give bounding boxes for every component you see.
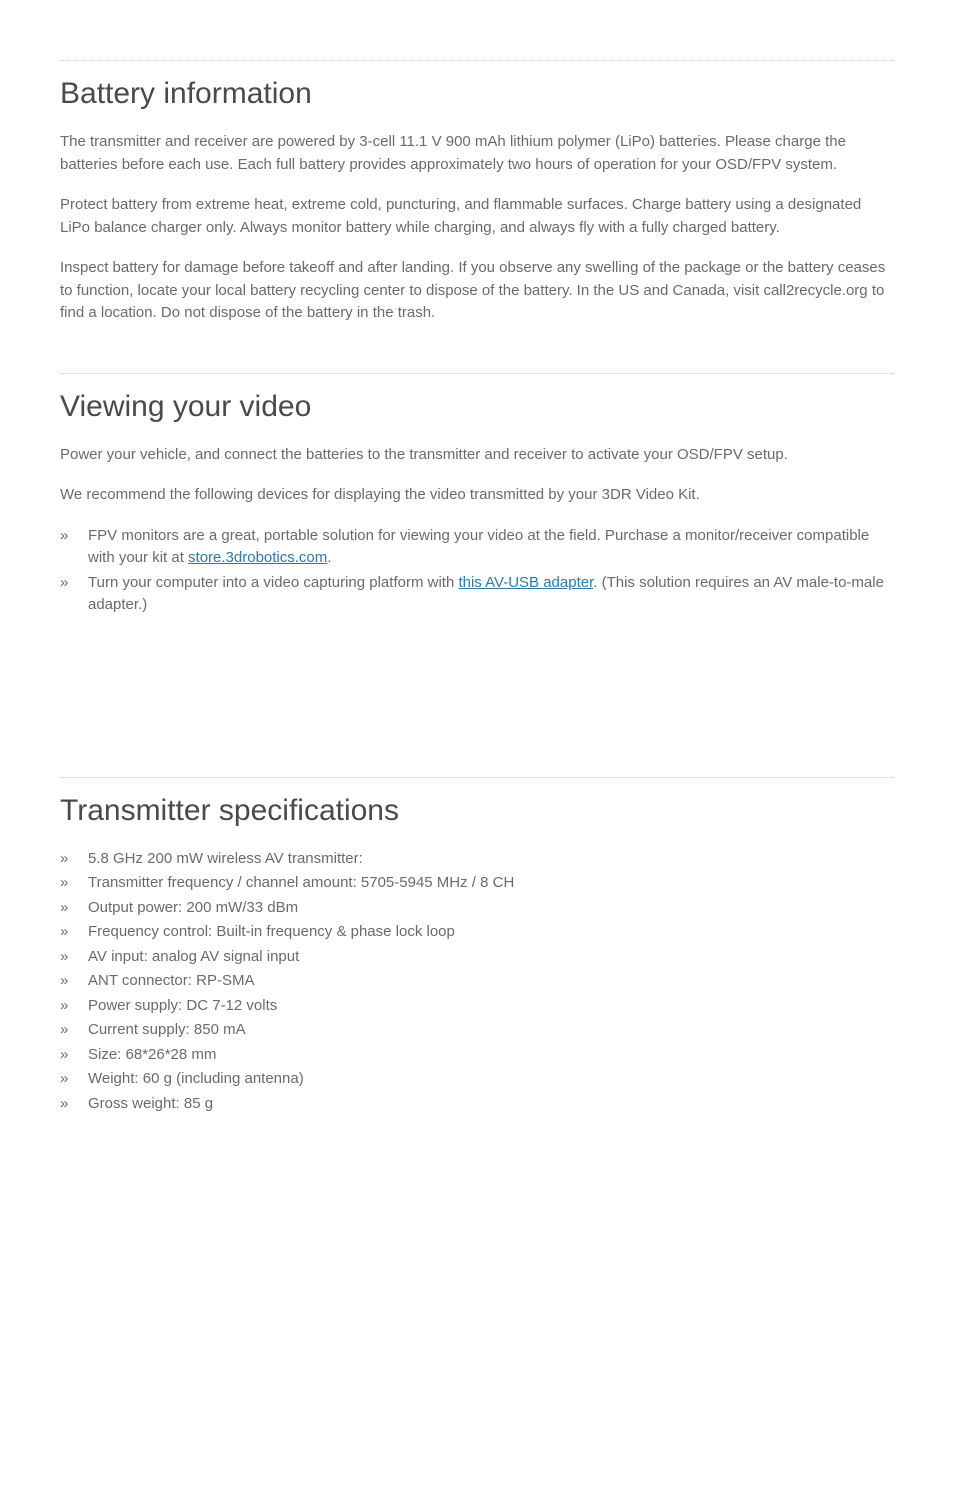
spec-item: Current supply: 850 mA: [60, 1019, 894, 1042]
spec-item: ANT connector: RP-SMA: [60, 970, 894, 993]
spec-item: Power supply: DC 7-12 volts: [60, 995, 894, 1018]
spec-item: Frequency control: Built-in frequency & …: [60, 921, 894, 944]
section-viewing: Viewing your video Power your vehicle, a…: [60, 390, 894, 617]
battery-para-2: Protect battery from extreme heat, extre…: [60, 194, 894, 239]
viewing-bullet-2-pre: Turn your computer into a video capturin…: [88, 574, 458, 591]
section-battery: Battery information The transmitter and …: [60, 77, 894, 325]
viewing-bullet-1: FPV monitors are a great, portable solut…: [60, 525, 894, 570]
section-divider: [60, 777, 894, 778]
heading-transmitter: Transmitter specifications: [60, 794, 894, 828]
section-divider: [60, 373, 894, 374]
heading-viewing: Viewing your video: [60, 390, 894, 424]
viewing-para-1: Power your vehicle, and connect the batt…: [60, 444, 894, 467]
spec-item: Transmitter frequency / channel amount: …: [60, 872, 894, 895]
section-divider: [60, 60, 894, 61]
viewing-list: FPV monitors are a great, portable solut…: [60, 525, 894, 617]
transmitter-spec-list: 5.8 GHz 200 mW wireless AV transmitter: …: [60, 848, 894, 1116]
viewing-para-2: We recommend the following devices for d…: [60, 484, 894, 507]
battery-para-1: The transmitter and receiver are powered…: [60, 131, 894, 176]
link-adapter[interactable]: this AV-USB adapter: [458, 574, 593, 591]
link-store[interactable]: store.3drobotics.com: [188, 549, 327, 566]
viewing-bullet-1-post: .: [327, 549, 331, 566]
spec-item: Gross weight: 85 g: [60, 1093, 894, 1116]
spec-item: Weight: 60 g (including antenna): [60, 1068, 894, 1091]
viewing-bullet-2: Turn your computer into a video capturin…: [60, 572, 894, 617]
spec-item: 5.8 GHz 200 mW wireless AV transmitter:: [60, 848, 894, 871]
spec-item: Output power: 200 mW/33 dBm: [60, 897, 894, 920]
spec-item: AV input: analog AV signal input: [60, 946, 894, 969]
heading-battery: Battery information: [60, 77, 894, 111]
spec-item: Size: 68*26*28 mm: [60, 1044, 894, 1067]
section-transmitter: Transmitter specifications 5.8 GHz 200 m…: [60, 794, 894, 1116]
battery-para-3: Inspect battery for damage before takeof…: [60, 257, 894, 325]
